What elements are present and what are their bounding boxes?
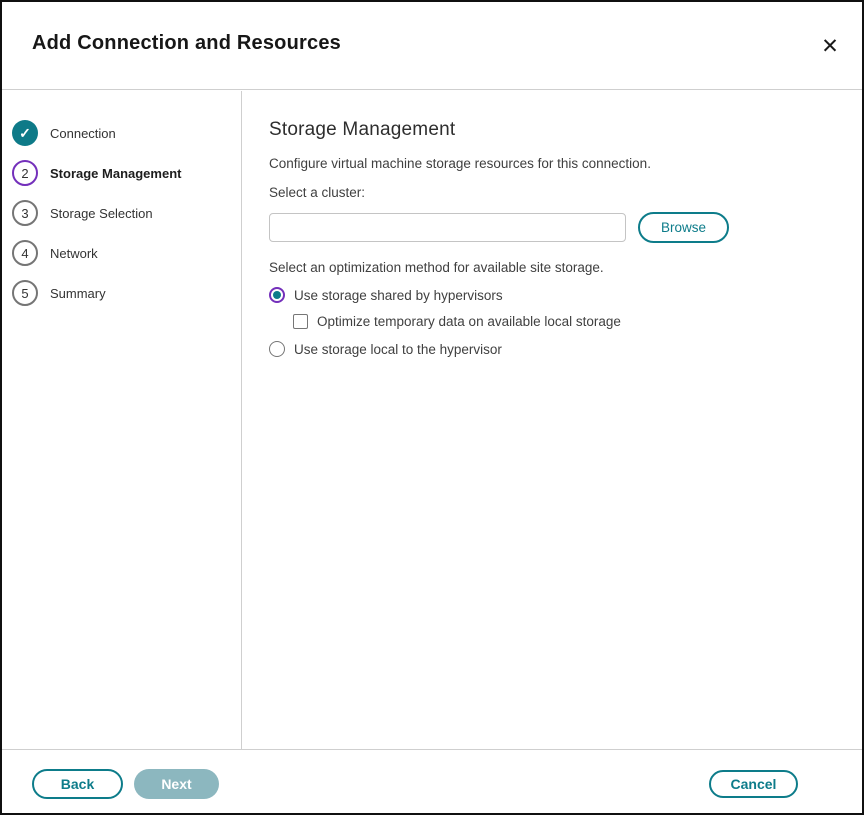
step-label: Storage Selection — [50, 206, 153, 221]
cluster-input[interactable] — [269, 213, 626, 242]
step-number-badge: 2 — [12, 160, 38, 186]
step-connection[interactable]: ✓ Connection — [2, 113, 241, 153]
radio-label: Use storage shared by hypervisors — [294, 288, 503, 303]
step-label: Connection — [50, 126, 116, 141]
checkbox-optimize-temp-data[interactable]: Optimize temporary data on available loc… — [293, 314, 832, 329]
step-storage-selection[interactable]: 3 Storage Selection — [2, 193, 241, 233]
step-complete-icon: ✓ — [12, 120, 38, 146]
optimization-method-label: Select an optimization method for availa… — [269, 260, 832, 275]
dialog-footer: Back Next Cancel — [2, 749, 862, 813]
storage-management-panel: Storage Management Configure virtual mac… — [242, 91, 862, 748]
step-network[interactable]: 4 Network — [2, 233, 241, 273]
radio-selected-icon[interactable] — [269, 287, 285, 303]
close-icon[interactable]: ✕ — [816, 32, 844, 60]
dialog-header: Add Connection and Resources ✕ — [2, 2, 862, 90]
wizard-steps-sidebar: ✓ Connection 2 Storage Management 3 Stor… — [2, 91, 242, 752]
step-summary[interactable]: 5 Summary — [2, 273, 241, 313]
checkbox-unchecked-icon[interactable] — [293, 314, 308, 329]
step-number-badge: 5 — [12, 280, 38, 306]
next-button[interactable]: Next — [134, 769, 219, 799]
cluster-field-label: Select a cluster: — [269, 185, 832, 200]
dialog-title: Add Connection and Resources — [32, 32, 341, 55]
browse-button[interactable]: Browse — [638, 212, 729, 243]
radio-storage-shared[interactable]: Use storage shared by hypervisors — [269, 287, 832, 303]
step-label: Summary — [50, 286, 106, 301]
cluster-row: Browse — [269, 212, 832, 243]
cancel-button[interactable]: Cancel — [709, 770, 798, 798]
step-label: Storage Management — [50, 166, 181, 181]
check-icon: ✓ — [19, 126, 31, 140]
step-storage-management[interactable]: 2 Storage Management — [2, 153, 241, 193]
radio-label: Use storage local to the hypervisor — [294, 342, 502, 357]
checkbox-label: Optimize temporary data on available loc… — [317, 314, 621, 329]
back-button[interactable]: Back — [32, 769, 123, 799]
step-number-badge: 3 — [12, 200, 38, 226]
page-title: Storage Management — [269, 119, 832, 141]
page-description: Configure virtual machine storage resour… — [269, 156, 832, 171]
add-connection-dialog: Add Connection and Resources ✕ ✓ Connect… — [0, 0, 864, 815]
step-label: Network — [50, 246, 98, 261]
radio-unselected-icon[interactable] — [269, 341, 285, 357]
radio-storage-local[interactable]: Use storage local to the hypervisor — [269, 341, 832, 357]
step-number-badge: 4 — [12, 240, 38, 266]
